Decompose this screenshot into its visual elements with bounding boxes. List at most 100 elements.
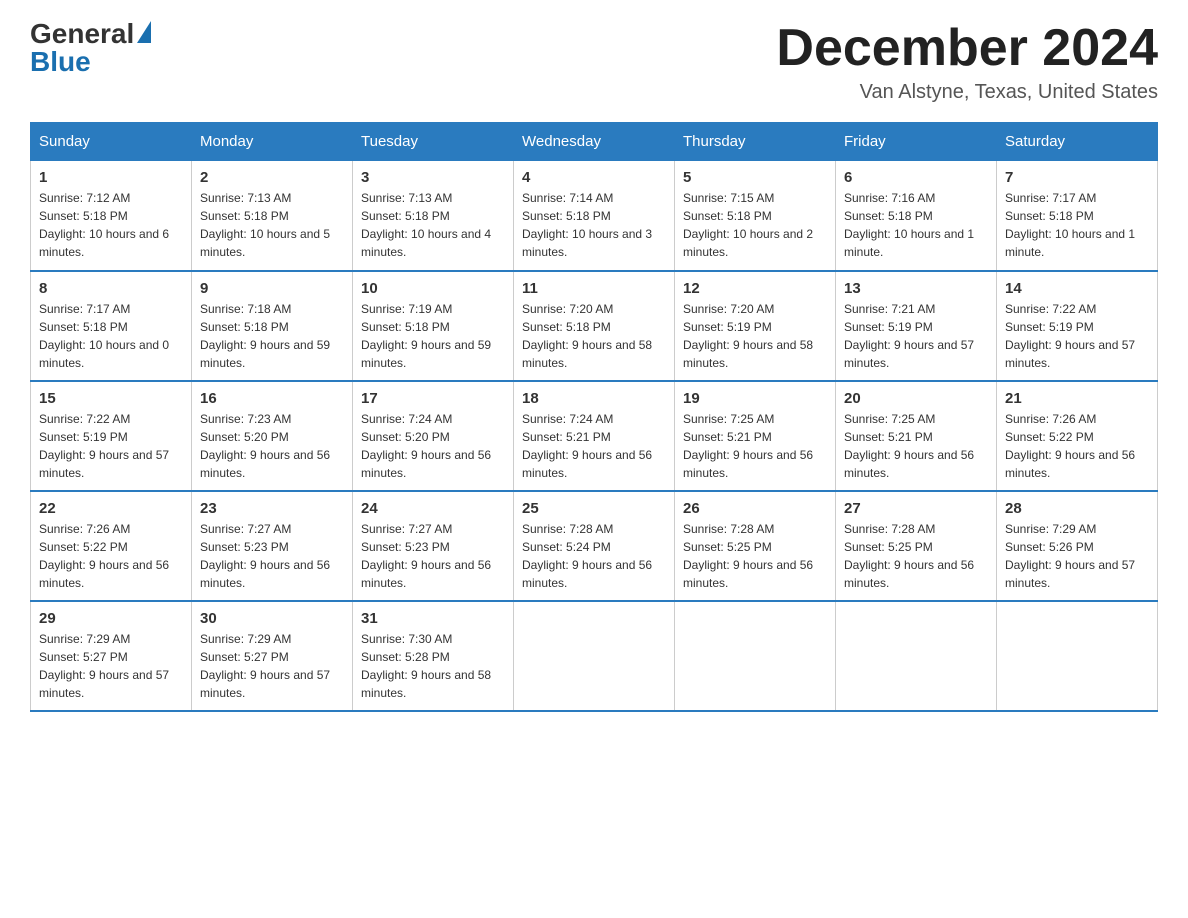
day-number: 11: [522, 280, 666, 297]
day-info: Sunrise: 7:18 AMSunset: 5:18 PMDaylight:…: [200, 302, 330, 370]
logo-blue: Blue: [30, 48, 91, 76]
calendar-cell: 12Sunrise: 7:20 AMSunset: 5:19 PMDayligh…: [675, 271, 836, 381]
day-info: Sunrise: 7:29 AMSunset: 5:26 PMDaylight:…: [1005, 522, 1135, 590]
calendar-week-row: 8 Sunrise: 7:17 AMSunset: 5:18 PMDaylight…: [31, 271, 1158, 381]
day-number: 19: [683, 390, 827, 407]
calendar-week-row: 22Sunrise: 7:26 AMSunset: 5:22 PMDayligh…: [31, 491, 1158, 601]
day-number: 29: [39, 610, 183, 627]
day-number: 17: [361, 390, 505, 407]
day-number: 26: [683, 500, 827, 517]
calendar-cell: 29 Sunrise: 7:29 AMSunset: 5:27 PMDayligh…: [31, 601, 192, 711]
day-number: 7: [1005, 169, 1149, 186]
calendar-cell: [514, 601, 675, 711]
day-number: 14: [1005, 280, 1149, 297]
column-header-saturday: Saturday: [997, 123, 1158, 161]
day-number: 4: [522, 169, 666, 186]
day-number: 24: [361, 500, 505, 517]
calendar-cell: 1 Sunrise: 7:12 AMSunset: 5:18 PMDaylight…: [31, 161, 192, 271]
day-info: Sunrise: 7:25 AMSunset: 5:21 PMDaylight:…: [844, 412, 974, 480]
day-info: Sunrise: 7:27 AMSunset: 5:23 PMDaylight:…: [361, 522, 491, 590]
day-info: Sunrise: 7:12 AMSunset: 5:18 PMDaylight:…: [39, 191, 169, 259]
calendar-cell: 14 Sunrise: 7:22 AMSunset: 5:19 PMDayligh…: [997, 271, 1158, 381]
day-number: 15: [39, 390, 183, 407]
day-number: 23: [200, 500, 344, 517]
day-number: 27: [844, 500, 988, 517]
day-info: Sunrise: 7:17 AMSunset: 5:18 PMDaylight:…: [1005, 191, 1135, 259]
calendar-cell: 7 Sunrise: 7:17 AMSunset: 5:18 PMDaylight…: [997, 161, 1158, 271]
day-info: Sunrise: 7:17 AMSunset: 5:18 PMDaylight:…: [39, 302, 169, 370]
day-info: Sunrise: 7:24 AMSunset: 5:21 PMDaylight:…: [522, 412, 652, 480]
calendar-cell: 30Sunrise: 7:29 AMSunset: 5:27 PMDayligh…: [192, 601, 353, 711]
calendar-cell: 25Sunrise: 7:28 AMSunset: 5:24 PMDayligh…: [514, 491, 675, 601]
column-header-thursday: Thursday: [675, 123, 836, 161]
column-header-friday: Friday: [836, 123, 997, 161]
day-info: Sunrise: 7:13 AMSunset: 5:18 PMDaylight:…: [361, 191, 491, 259]
month-title: December 2024: [776, 20, 1158, 77]
day-info: Sunrise: 7:20 AMSunset: 5:18 PMDaylight:…: [522, 302, 652, 370]
day-info: Sunrise: 7:28 AMSunset: 5:25 PMDaylight:…: [683, 522, 813, 590]
day-number: 20: [844, 390, 988, 407]
day-number: 2: [200, 169, 344, 186]
day-number: 9: [200, 280, 344, 297]
day-info: Sunrise: 7:15 AMSunset: 5:18 PMDaylight:…: [683, 191, 813, 259]
calendar-cell: 24 Sunrise: 7:27 AMSunset: 5:23 PMDayligh…: [353, 491, 514, 601]
day-info: Sunrise: 7:26 AMSunset: 5:22 PMDaylight:…: [39, 522, 169, 590]
calendar-cell: [997, 601, 1158, 711]
logo: General Blue: [30, 20, 151, 76]
calendar-cell: 28Sunrise: 7:29 AMSunset: 5:26 PMDayligh…: [997, 491, 1158, 601]
logo-general: General: [30, 20, 134, 48]
day-info: Sunrise: 7:22 AMSunset: 5:19 PMDaylight:…: [1005, 302, 1135, 370]
day-info: Sunrise: 7:29 AMSunset: 5:27 PMDaylight:…: [39, 632, 169, 700]
day-info: Sunrise: 7:13 AMSunset: 5:18 PMDaylight:…: [200, 191, 330, 259]
calendar-cell: 5 Sunrise: 7:15 AMSunset: 5:18 PMDaylight…: [675, 161, 836, 271]
day-number: 30: [200, 610, 344, 627]
calendar-week-row: 1 Sunrise: 7:12 AMSunset: 5:18 PMDaylight…: [31, 161, 1158, 271]
calendar-cell: 9 Sunrise: 7:18 AMSunset: 5:18 PMDaylight…: [192, 271, 353, 381]
day-info: Sunrise: 7:27 AMSunset: 5:23 PMDaylight:…: [200, 522, 330, 590]
column-header-monday: Monday: [192, 123, 353, 161]
day-info: Sunrise: 7:25 AMSunset: 5:21 PMDaylight:…: [683, 412, 813, 480]
calendar-cell: 22Sunrise: 7:26 AMSunset: 5:22 PMDayligh…: [31, 491, 192, 601]
day-info: Sunrise: 7:19 AMSunset: 5:18 PMDaylight:…: [361, 302, 491, 370]
day-number: 16: [200, 390, 344, 407]
day-number: 18: [522, 390, 666, 407]
day-number: 31: [361, 610, 505, 627]
day-number: 3: [361, 169, 505, 186]
calendar-cell: 19 Sunrise: 7:25 AMSunset: 5:21 PMDayligh…: [675, 381, 836, 491]
title-area: December 2024 Van Alstyne, Texas, United…: [776, 20, 1158, 104]
calendar-cell: [675, 601, 836, 711]
day-info: Sunrise: 7:28 AMSunset: 5:24 PMDaylight:…: [522, 522, 652, 590]
calendar-cell: 18 Sunrise: 7:24 AMSunset: 5:21 PMDayligh…: [514, 381, 675, 491]
day-info: Sunrise: 7:24 AMSunset: 5:20 PMDaylight:…: [361, 412, 491, 480]
calendar-cell: 17 Sunrise: 7:24 AMSunset: 5:20 PMDayligh…: [353, 381, 514, 491]
calendar-cell: 2 Sunrise: 7:13 AMSunset: 5:18 PMDaylight…: [192, 161, 353, 271]
day-info: Sunrise: 7:20 AMSunset: 5:19 PMDaylight:…: [683, 302, 813, 370]
calendar-cell: 23 Sunrise: 7:27 AMSunset: 5:23 PMDayligh…: [192, 491, 353, 601]
day-number: 1: [39, 169, 183, 186]
calendar-cell: 21 Sunrise: 7:26 AMSunset: 5:22 PMDayligh…: [997, 381, 1158, 491]
day-info: Sunrise: 7:22 AMSunset: 5:19 PMDaylight:…: [39, 412, 169, 480]
day-number: 21: [1005, 390, 1149, 407]
calendar-week-row: 29 Sunrise: 7:29 AMSunset: 5:27 PMDayligh…: [31, 601, 1158, 711]
column-header-wednesday: Wednesday: [514, 123, 675, 161]
day-info: Sunrise: 7:23 AMSunset: 5:20 PMDaylight:…: [200, 412, 330, 480]
calendar-cell: 15 Sunrise: 7:22 AMSunset: 5:19 PMDayligh…: [31, 381, 192, 491]
day-number: 5: [683, 169, 827, 186]
day-info: Sunrise: 7:16 AMSunset: 5:18 PMDaylight:…: [844, 191, 974, 259]
day-number: 8: [39, 280, 183, 297]
day-info: Sunrise: 7:14 AMSunset: 5:18 PMDaylight:…: [522, 191, 652, 259]
day-info: Sunrise: 7:26 AMSunset: 5:22 PMDaylight:…: [1005, 412, 1135, 480]
calendar-cell: 13Sunrise: 7:21 AMSunset: 5:19 PMDayligh…: [836, 271, 997, 381]
calendar-header-row: SundayMondayTuesdayWednesdayThursdayFrid…: [31, 123, 1158, 161]
day-number: 6: [844, 169, 988, 186]
day-number: 13: [844, 280, 988, 297]
calendar-table: SundayMondayTuesdayWednesdayThursdayFrid…: [30, 122, 1158, 712]
calendar-cell: 6 Sunrise: 7:16 AMSunset: 5:18 PMDaylight…: [836, 161, 997, 271]
day-info: Sunrise: 7:30 AMSunset: 5:28 PMDaylight:…: [361, 632, 491, 700]
calendar-cell: 10Sunrise: 7:19 AMSunset: 5:18 PMDayligh…: [353, 271, 514, 381]
calendar-cell: 20 Sunrise: 7:25 AMSunset: 5:21 PMDayligh…: [836, 381, 997, 491]
calendar-cell: 11 Sunrise: 7:20 AMSunset: 5:18 PMDayligh…: [514, 271, 675, 381]
page-header: General Blue December 2024 Van Alstyne, …: [30, 20, 1158, 104]
calendar-cell: 26 Sunrise: 7:28 AMSunset: 5:25 PMDayligh…: [675, 491, 836, 601]
column-header-sunday: Sunday: [31, 123, 192, 161]
